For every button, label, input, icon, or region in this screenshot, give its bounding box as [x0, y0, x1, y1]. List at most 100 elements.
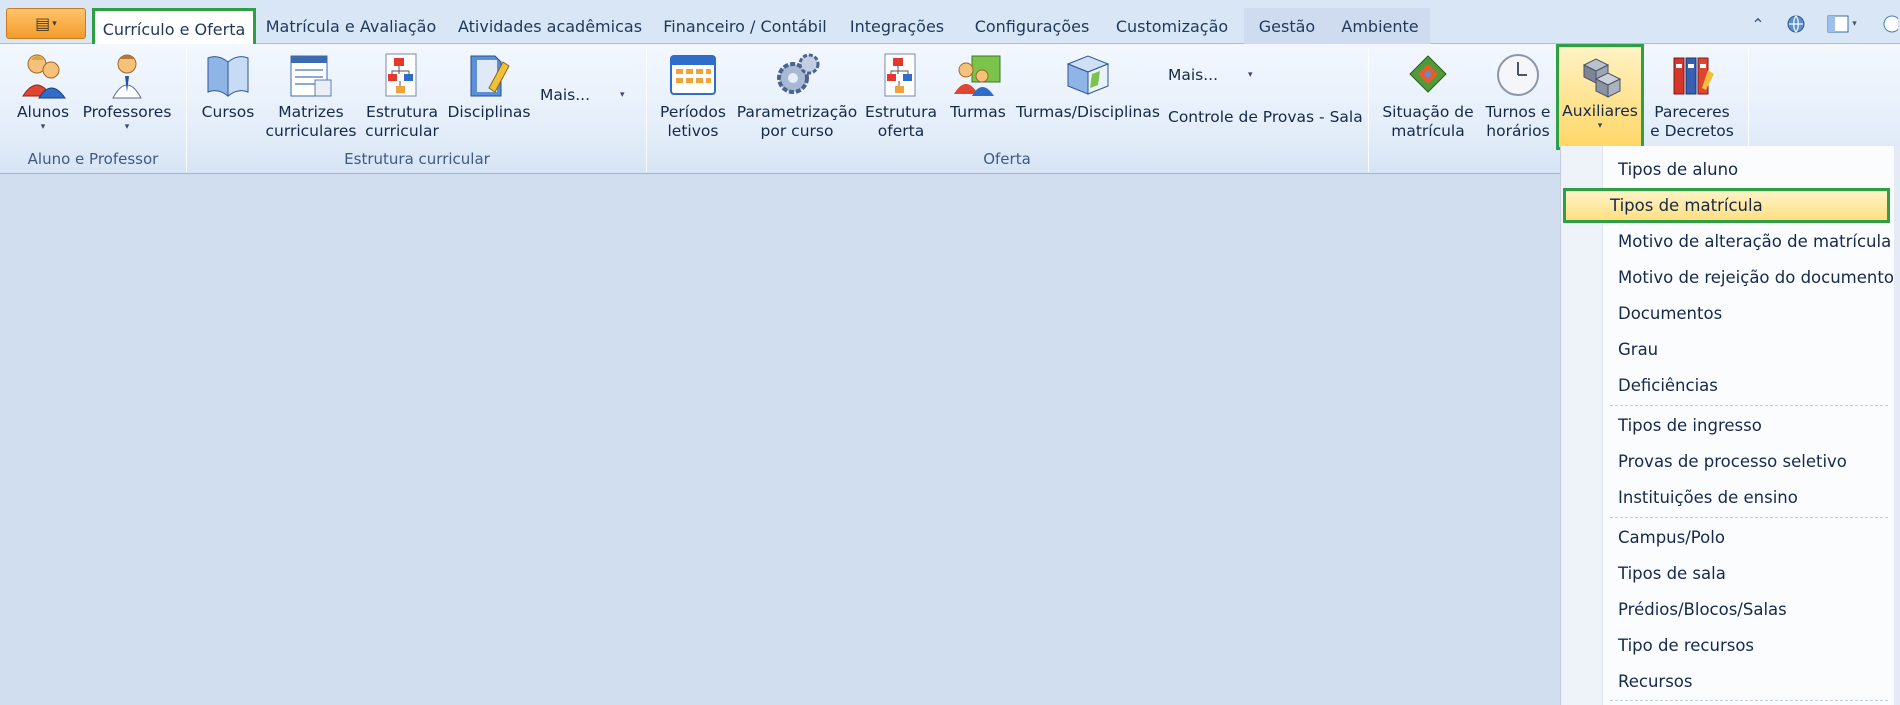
- auxiliares-button[interactable]: Auxiliares ▾: [1556, 44, 1644, 150]
- parametrizacao-por-curso-button[interactable]: Parametrização por curso: [736, 48, 858, 148]
- controle-de-provas-sala-button[interactable]: Controle de Provas - Sala: [1168, 108, 1363, 126]
- group-label-aluno-professor: Aluno e Professor: [27, 150, 159, 168]
- menu-item-motivo-rejeicao-documento[interactable]: Motivo de rejeição do documento: [1606, 260, 1894, 294]
- form-list-icon: [290, 55, 332, 97]
- turnos-e-horarios-button[interactable]: Turnos e horários: [1480, 48, 1556, 148]
- group-separator: [1368, 48, 1369, 172]
- menu-item-documentos[interactable]: Documentos: [1606, 296, 1892, 330]
- turmas-disciplinas-button[interactable]: Turmas/Disciplinas: [1016, 48, 1160, 148]
- mais-oferta-label: Mais...: [1168, 66, 1219, 84]
- teacher-icon: [112, 54, 142, 99]
- workspace-area: [0, 175, 1560, 705]
- menu-item-tipos-de-sala[interactable]: Tipos de sala: [1606, 556, 1892, 590]
- class-group-icon: [954, 55, 1001, 96]
- pareceres-e-decretos-button[interactable]: Pareceres e Decretos: [1650, 48, 1734, 148]
- group-separator: [186, 48, 187, 172]
- clock-icon: [1497, 54, 1539, 96]
- menu-separator: [1610, 517, 1888, 518]
- menu-icon-gutter: [1561, 146, 1603, 705]
- org-chart-icon: [884, 53, 916, 97]
- estrutura-oferta-label: Estrutura oferta: [865, 103, 937, 140]
- mais-estrutura-label: Mais...: [540, 86, 591, 104]
- tab-matricula-e-avaliacao[interactable]: Matrícula e Avaliação: [262, 8, 440, 44]
- menu-item-grau[interactable]: Grau: [1606, 332, 1892, 366]
- notebook-pencil-icon: [470, 55, 510, 97]
- tab-customizacao[interactable]: Customização: [1112, 8, 1232, 44]
- mais-estrutura-button[interactable]: Mais... ▾: [540, 86, 625, 104]
- application-menu-icon: ▤: [35, 14, 51, 33]
- ribbon-tab-strip: ▤ ▾ Currículo e Oferta Matrícula e Avalia…: [0, 0, 1900, 47]
- menu-item-tipos-de-aluno[interactable]: Tipos de aluno: [1606, 152, 1892, 186]
- turmas-disciplinas-label: Turmas/Disciplinas: [1016, 103, 1160, 121]
- tab-curriculo-e-oferta[interactable]: Currículo e Oferta: [92, 8, 256, 47]
- menu-item-provas-processo-seletivo[interactable]: Provas de processo seletivo: [1606, 444, 1892, 478]
- tab-gestao[interactable]: Gestão: [1244, 8, 1330, 44]
- mais-oferta-button[interactable]: Mais... ▾: [1168, 66, 1253, 84]
- disciplinas-label: Disciplinas: [447, 103, 531, 121]
- menu-item-instituicoes-de-ensino[interactable]: Instituições de ensino: [1606, 480, 1892, 514]
- application-menu-button[interactable]: ▤ ▾: [6, 8, 86, 39]
- chevron-down-icon: ▾: [1597, 121, 1603, 131]
- menu-item-campus-polo[interactable]: Campus/Polo: [1606, 520, 1892, 554]
- matrizes-curriculares-label: Matrizes curriculares: [265, 103, 357, 140]
- disciplinas-button[interactable]: Disciplinas: [447, 48, 531, 148]
- menu-item-tipo-de-recursos[interactable]: Tipo de recursos: [1606, 628, 1892, 662]
- group-label-estrutura-curricular: Estrutura curricular: [344, 150, 490, 168]
- tab-financeiro-contabil[interactable]: Financeiro / Contábil: [660, 8, 830, 44]
- parametrizacao-label: Parametrização por curso: [736, 103, 858, 140]
- estrutura-oferta-button[interactable]: Estrutura oferta: [864, 48, 938, 148]
- pareceres-label: Pareceres e Decretos: [1650, 103, 1734, 140]
- tab-configuracoes[interactable]: Configurações: [964, 8, 1100, 44]
- turmas-label: Turmas: [950, 103, 1006, 121]
- cursos-label: Cursos: [201, 103, 255, 121]
- controle-provas-label: Controle de Provas - Sala: [1168, 108, 1363, 126]
- calendar-icon: [670, 55, 716, 95]
- situacao-de-matricula-button[interactable]: Situação de matrícula: [1380, 48, 1476, 148]
- group-label-oferta: Oferta: [983, 150, 1031, 168]
- professores-label: Professores: [82, 103, 172, 121]
- book-icon: [207, 56, 249, 98]
- situacao-label: Situação de matrícula: [1382, 103, 1474, 140]
- estrutura-curricular-button[interactable]: Estrutura curricular: [364, 48, 440, 148]
- alunos-button[interactable]: Alunos ▾: [12, 48, 74, 148]
- turmas-button[interactable]: Turmas: [946, 48, 1010, 148]
- periodos-letivos-label: Períodos letivos: [660, 103, 726, 140]
- menu-separator: [1610, 700, 1888, 701]
- minimize-ribbon-icon[interactable]: ⌃: [1746, 12, 1770, 36]
- help-icon[interactable]: [1878, 12, 1900, 36]
- cursos-button[interactable]: Cursos: [198, 48, 258, 148]
- chevron-down-icon: ▾: [620, 90, 625, 100]
- alunos-label: Alunos: [16, 103, 70, 121]
- menu-item-predios-blocos-salas[interactable]: Prédios/Blocos/Salas: [1606, 592, 1892, 626]
- class-books-icon: [1066, 55, 1110, 95]
- gears-icon: [777, 53, 820, 94]
- turnos-label: Turnos e horários: [1485, 103, 1551, 140]
- chevron-down-icon: ▾: [124, 122, 130, 132]
- menu-item-motivo-alteracao-matricula[interactable]: Motivo de alteração de matrícula: [1606, 224, 1892, 258]
- students-icon: [22, 54, 66, 99]
- menu-item-tipos-de-matricula[interactable]: Tipos de matrícula: [1563, 188, 1890, 223]
- menu-item-recursos[interactable]: Recursos: [1606, 664, 1892, 698]
- estrutura-curricular-label: Estrutura curricular: [365, 103, 439, 140]
- org-chart-icon: [385, 53, 417, 97]
- menu-item-tipos-de-ingresso[interactable]: Tipos de ingresso: [1606, 408, 1892, 442]
- blocks-icon: [1582, 58, 1622, 98]
- binders-icon: [1673, 57, 1714, 95]
- periodos-letivos-button[interactable]: Períodos letivos: [658, 48, 728, 148]
- layout-icon[interactable]: ▾: [1820, 12, 1864, 36]
- status-diamond-icon: [1409, 55, 1447, 93]
- matrizes-curriculares-button[interactable]: Matrizes curriculares: [264, 48, 358, 148]
- auxiliares-label: Auxiliares: [1562, 102, 1638, 120]
- scrollbar[interactable]: [1894, 146, 1900, 705]
- chevron-down-icon: ▾: [52, 18, 57, 29]
- tab-atividades-academicas[interactable]: Atividades acadêmicas: [452, 8, 648, 44]
- globe-icon[interactable]: [1782, 12, 1810, 36]
- chevron-down-icon: ▾: [1248, 70, 1253, 80]
- chevron-down-icon: ▾: [40, 122, 46, 132]
- group-separator: [646, 48, 647, 172]
- menu-separator: [1610, 405, 1888, 406]
- tab-integracoes[interactable]: Integrações: [842, 8, 952, 44]
- professores-button[interactable]: Professores ▾: [80, 48, 174, 148]
- tab-ambiente[interactable]: Ambiente: [1330, 8, 1430, 44]
- menu-item-deficiencias[interactable]: Deficiências: [1606, 368, 1892, 402]
